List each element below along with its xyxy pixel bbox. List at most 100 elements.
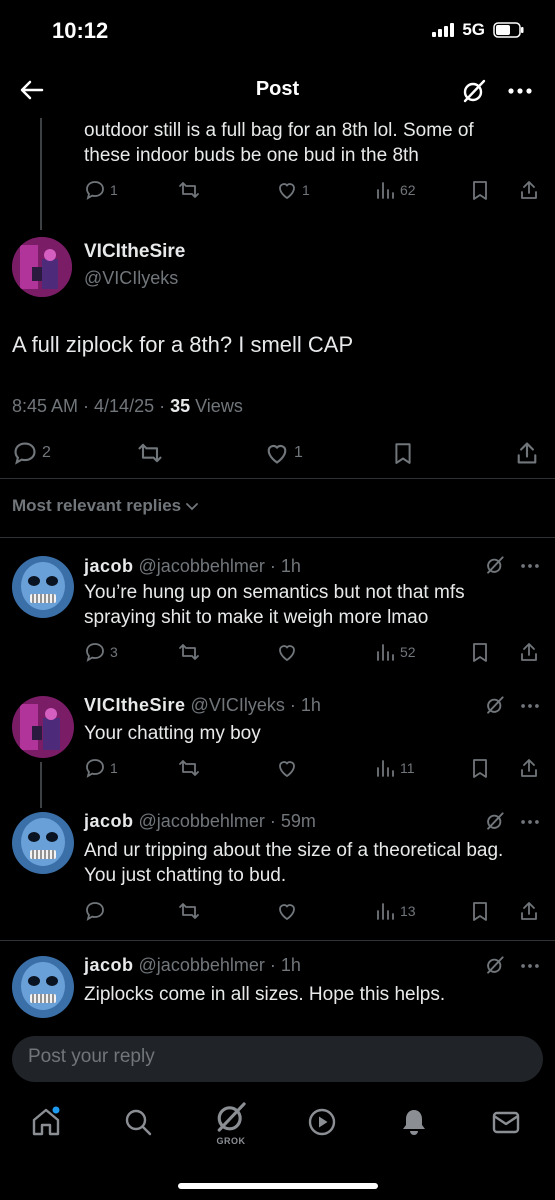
author-name[interactable]: VICItheSire: [84, 241, 185, 263]
like-button[interactable]: [276, 641, 298, 663]
reply-author[interactable]: jacob @jacobbehlmer · 1h: [84, 556, 301, 577]
grok-icon[interactable]: [485, 811, 505, 831]
reply-input[interactable]: [28, 1046, 508, 1068]
views-count: 52: [400, 644, 416, 660]
reply-count: 3: [110, 644, 118, 660]
tab-search[interactable]: [122, 1106, 154, 1138]
views-count: 62: [400, 182, 416, 198]
repost-button[interactable]: [177, 641, 201, 663]
like-button[interactable]: 1: [264, 440, 303, 466]
bookmark-button[interactable]: [470, 179, 490, 201]
reply-author-handle[interactable]: @VICIlyeks · 1h: [191, 695, 321, 715]
avatar[interactable]: [12, 812, 74, 874]
reply-text: Ziplocks come in all sizes. Hope this he…: [84, 984, 446, 1005]
post-views-count: 35: [170, 396, 191, 416]
repost-button[interactable]: [136, 440, 164, 466]
reply-count: 1: [110, 760, 118, 776]
signal-icon: [432, 23, 455, 37]
more-options-icon[interactable]: [519, 556, 541, 576]
bookmark-button[interactable]: [470, 900, 490, 922]
reply-text: Your chatting my boy: [84, 723, 261, 744]
reply-author-handle[interactable]: @jacobbehlmer · 1h: [139, 955, 301, 975]
status-indicators: 5G: [432, 20, 525, 40]
reply-author-name[interactable]: VICItheSire: [84, 695, 186, 715]
reply-button[interactable]: 3: [84, 641, 118, 663]
tab-videos[interactable]: [306, 1106, 338, 1138]
tab-messages[interactable]: [490, 1106, 522, 1138]
reply-text: You’re hung up on semantics but not that…: [84, 582, 465, 628]
divider: [0, 940, 555, 941]
battery-icon: [493, 22, 525, 38]
share-button[interactable]: [514, 440, 540, 466]
like-count: 1: [302, 182, 310, 198]
reply-author-handle[interactable]: @jacobbehlmer · 59m: [139, 811, 316, 831]
grok-icon[interactable]: [485, 555, 505, 575]
like-button[interactable]: 1: [276, 179, 310, 201]
repost-button[interactable]: [177, 900, 201, 922]
reply-author-name[interactable]: jacob: [84, 955, 134, 975]
author-handle[interactable]: @VICIlyeks: [84, 268, 178, 289]
reply-actions: 1 11: [84, 757, 544, 781]
more-options-icon[interactable]: [507, 78, 533, 104]
grok-icon[interactable]: [485, 955, 505, 975]
more-options-icon[interactable]: [519, 696, 541, 716]
tab-grok[interactable]: [214, 1100, 248, 1134]
reply-author[interactable]: VICItheSire @VICIlyeks · 1h: [84, 695, 321, 716]
reply-author-name[interactable]: jacob: [84, 556, 134, 576]
sort-replies-label: Most relevant replies: [12, 496, 182, 515]
home-indicator: [178, 1183, 378, 1189]
bookmark-button[interactable]: [392, 440, 414, 466]
network-label: 5G: [462, 20, 485, 39]
reply-author-name[interactable]: jacob: [84, 811, 134, 831]
post-meta: 8:45 AM · 4/14/25 · 35 Views: [12, 396, 243, 417]
more-options-icon[interactable]: [519, 956, 541, 976]
post-text: A full ziplock for a 8th? I smell CAP: [12, 332, 354, 357]
compose-reply-box[interactable]: [12, 1036, 543, 1082]
sort-replies-button[interactable]: Most relevant replies: [12, 496, 199, 516]
reply-author[interactable]: jacob @jacobbehlmer · 1h: [84, 955, 301, 976]
bookmark-button[interactable]: [470, 757, 490, 779]
views-button[interactable]: 52: [374, 641, 416, 663]
views-button[interactable]: 62: [374, 179, 416, 201]
avatar[interactable]: [12, 556, 74, 618]
views-count: 13: [400, 903, 416, 919]
avatar[interactable]: [12, 696, 74, 758]
reply-button[interactable]: 1: [84, 757, 118, 779]
bottom-tab-bar: [0, 1098, 555, 1158]
reply-button[interactable]: 1: [84, 179, 118, 201]
grok-icon[interactable]: [461, 78, 487, 104]
post-views-label: Views: [190, 396, 243, 416]
post-actions: 2 1: [12, 438, 542, 468]
grok-icon[interactable]: [485, 695, 505, 715]
avatar[interactable]: [12, 237, 72, 297]
like-count: 1: [294, 444, 303, 461]
views-button[interactable]: 11: [374, 757, 415, 779]
more-options-icon[interactable]: [519, 812, 541, 832]
share-button[interactable]: [518, 179, 540, 201]
bookmark-button[interactable]: [470, 641, 490, 663]
like-button[interactable]: [276, 757, 298, 779]
tab-notifications[interactable]: [398, 1106, 430, 1138]
repost-button[interactable]: [177, 179, 201, 201]
avatar[interactable]: [12, 956, 74, 1018]
reply-actions: 13: [84, 900, 544, 924]
like-button[interactable]: [276, 900, 298, 922]
reply-count: 2: [42, 444, 51, 461]
reply-author-handle[interactable]: @jacobbehlmer · 1h: [139, 556, 301, 576]
reply-button[interactable]: [84, 900, 110, 922]
tab-home[interactable]: [30, 1106, 62, 1138]
repost-button[interactable]: [177, 757, 201, 779]
divider: [0, 537, 555, 538]
thread-line: [40, 762, 42, 808]
reply-text: And ur tripping about the size of a theo…: [84, 840, 504, 886]
reply-button[interactable]: 2: [12, 440, 51, 466]
views-count: 11: [400, 760, 415, 776]
parent-post-actions: 1 1 62: [84, 179, 544, 203]
thread-line: [40, 118, 42, 230]
share-button[interactable]: [518, 900, 540, 922]
share-button[interactable]: [518, 641, 540, 663]
share-button[interactable]: [518, 757, 540, 779]
views-button[interactable]: 13: [374, 900, 416, 922]
reply-count: 1: [110, 182, 118, 198]
reply-author[interactable]: jacob @jacobbehlmer · 59m: [84, 811, 316, 832]
